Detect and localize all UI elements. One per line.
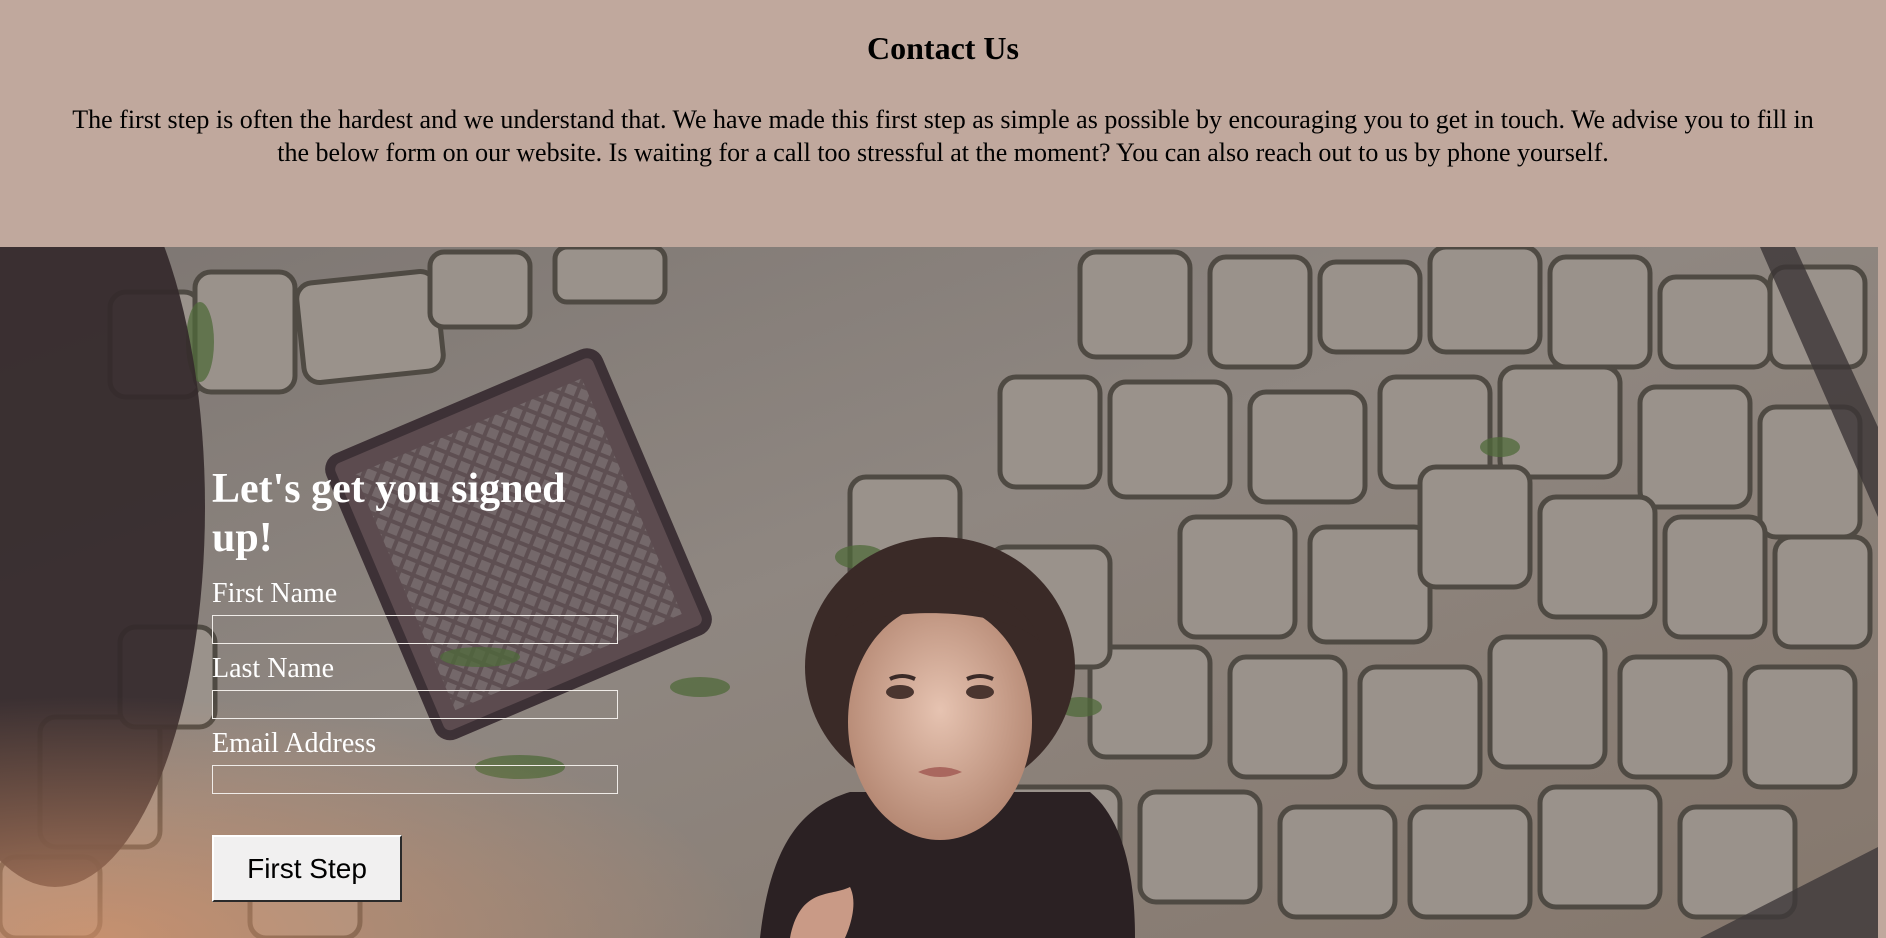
last-name-label: Last Name [212,653,335,684]
email-address-input[interactable] [212,765,618,794]
signup-form: Let's get you signed up! First Name Last… [212,465,632,902]
contact-section: Contact Us The first step is often the h… [0,0,1886,247]
right-edge-strip [1878,247,1886,938]
first-step-button[interactable]: First Step [212,835,402,902]
last-name-input[interactable] [212,690,618,719]
signup-heading: Let's get you signed up! [212,466,566,561]
first-name-input[interactable] [212,615,618,644]
first-name-label: First Name [212,578,338,609]
contact-intro-text: The first step is often the hardest and … [72,105,1814,167]
email-address-label: Email Address [212,728,377,759]
contact-title: Contact Us [867,30,1019,66]
